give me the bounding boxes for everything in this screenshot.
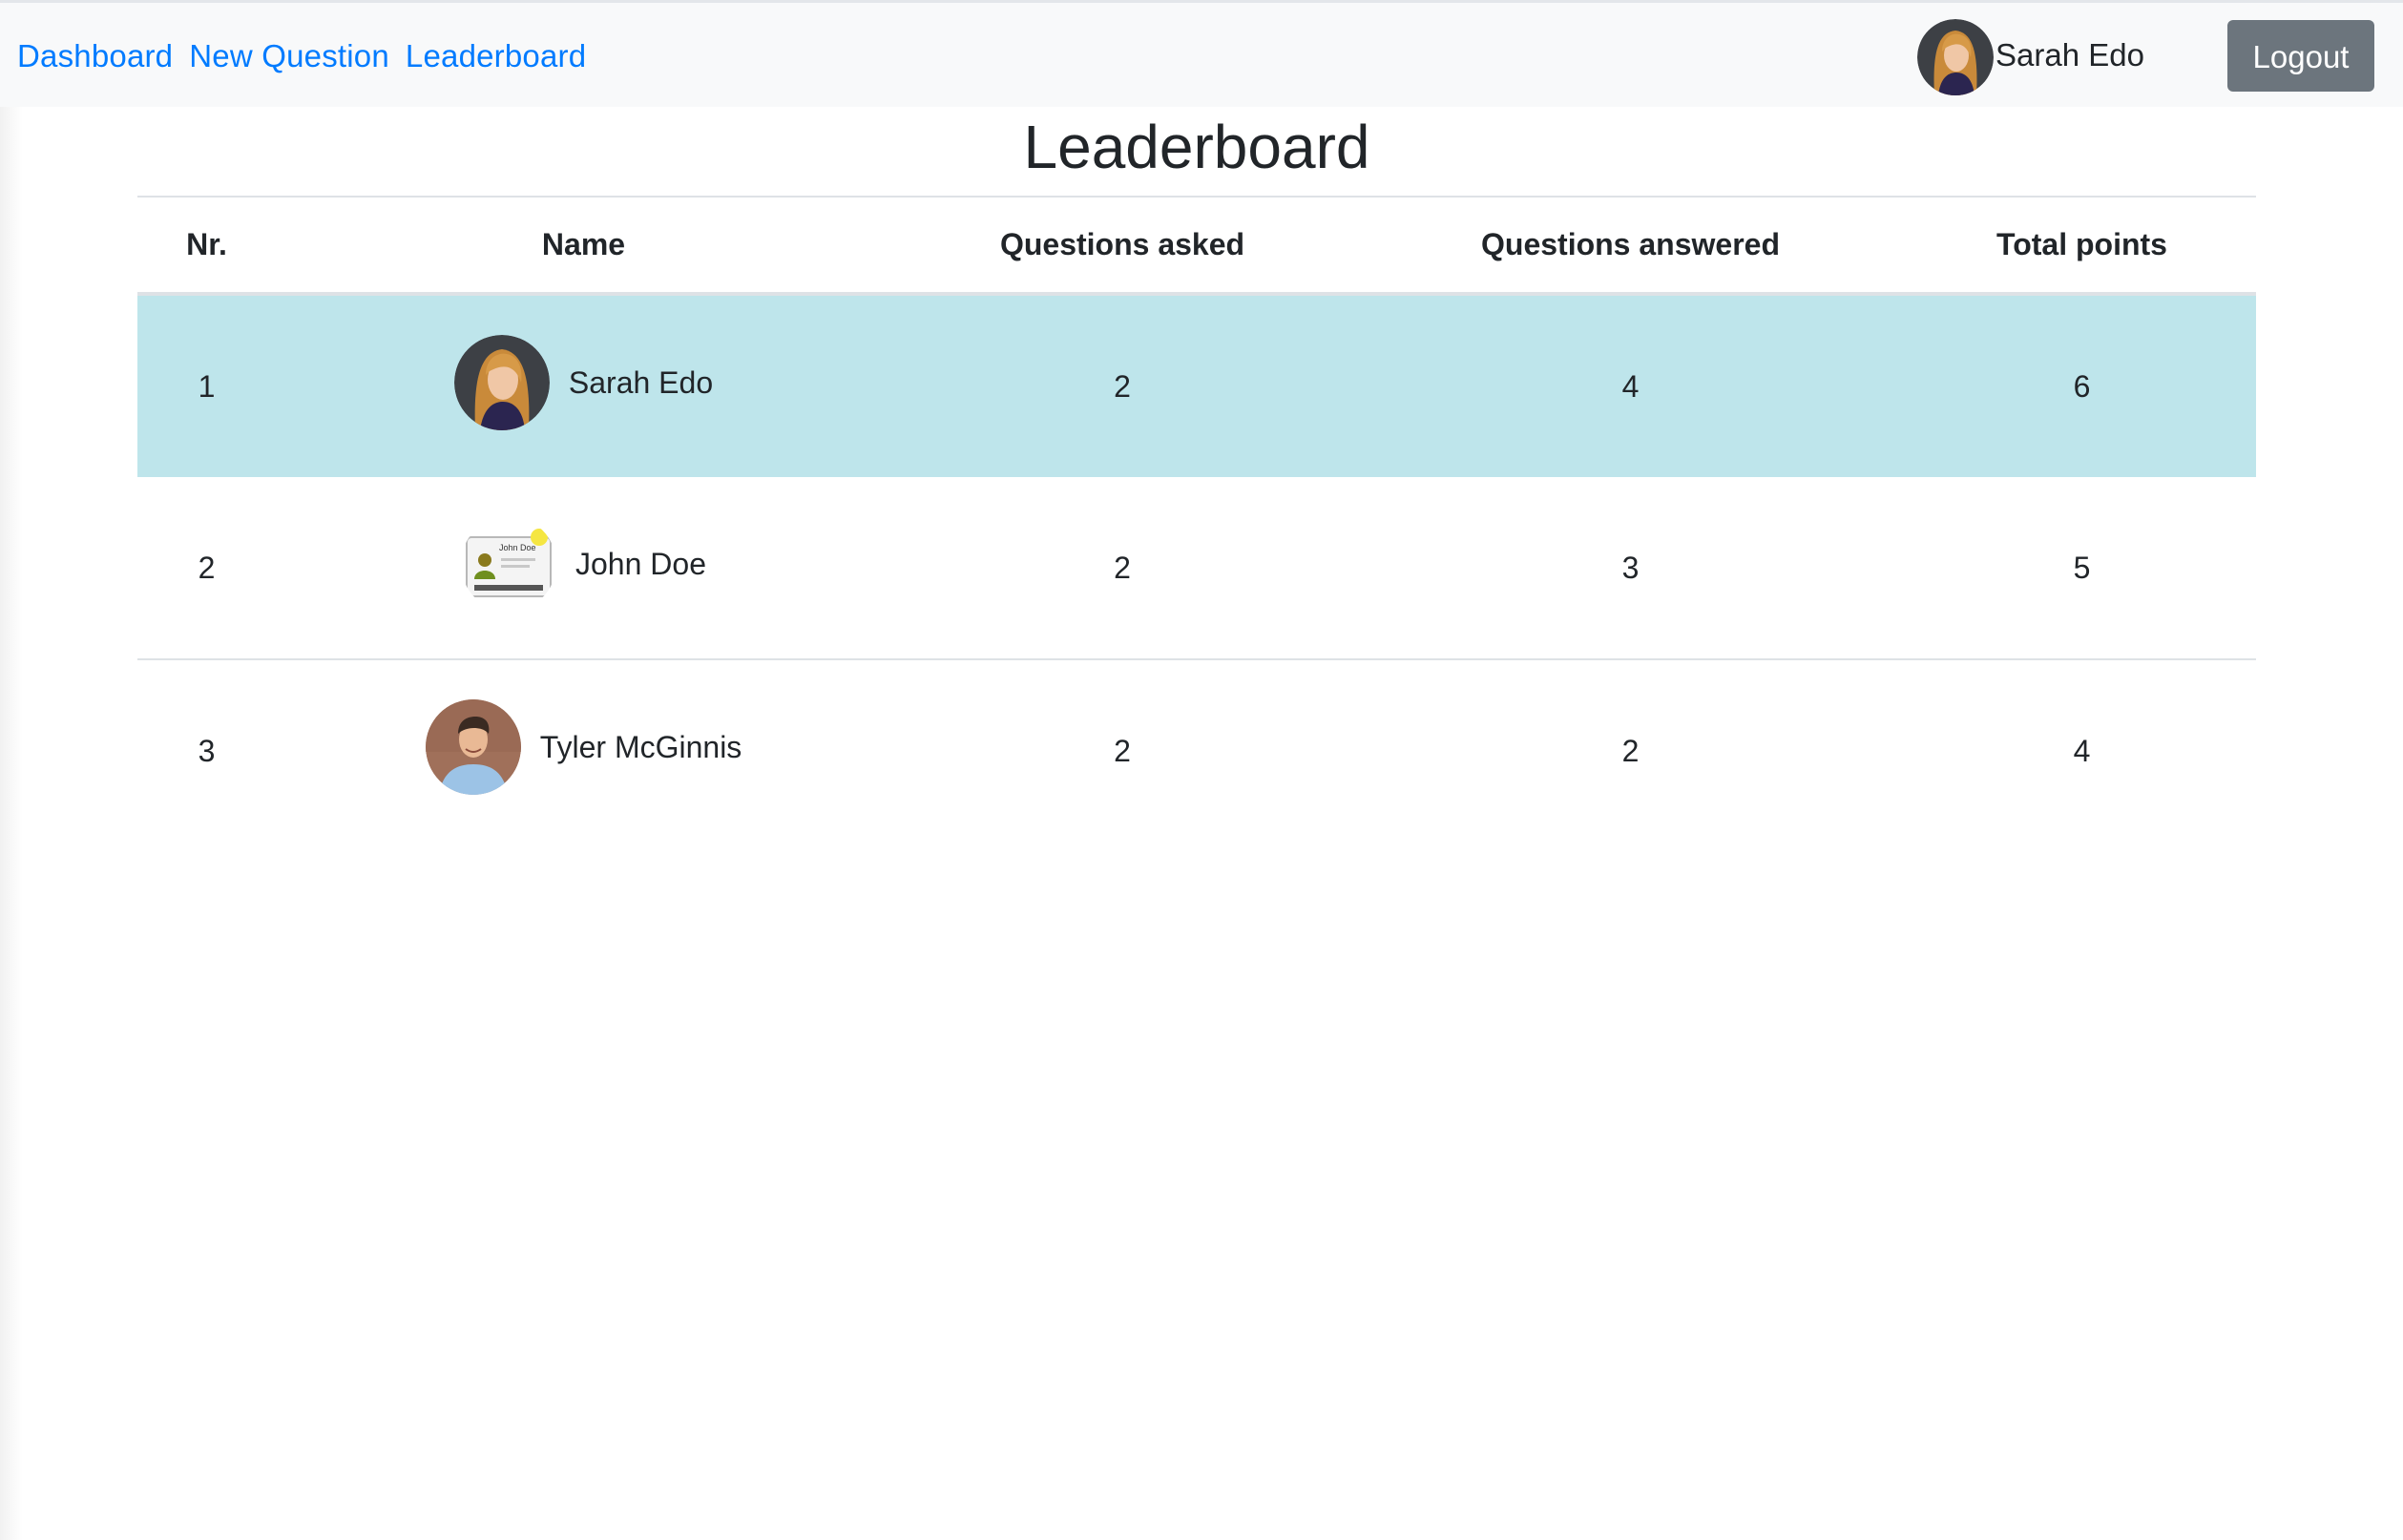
row-name-cell: John Doe John Doe	[276, 477, 891, 659]
table-row: 2 John Doe John Doe 2 3 5	[137, 477, 2256, 659]
nav-link-dashboard[interactable]: Dashboard	[17, 35, 173, 77]
row-total-points: 5	[2073, 550, 2091, 585]
row-total-points: 4	[1908, 658, 2256, 842]
row-name: John Doe	[575, 546, 706, 581]
page-edge-shadow	[0, 0, 23, 1540]
header-questions-asked: Questions asked	[891, 196, 1353, 296]
current-user: Sarah Edo	[1917, 19, 2144, 95]
row-nr: 2	[198, 550, 216, 585]
table-row: 1 Sarah Edo 2 4 6	[137, 294, 2256, 477]
row-name-cell: Sarah Edo	[276, 294, 891, 477]
user-avatar	[1917, 19, 1994, 95]
row-name-cell: Tyler McGinnis	[276, 658, 891, 842]
id-card-avatar: John Doe	[466, 529, 552, 597]
nav-links: Dashboard New Question Leaderboard	[17, 35, 586, 77]
row-questions-answered: 2	[1353, 658, 1908, 842]
table-row: 3 Tyler McGinnis 2 2 4	[137, 658, 2256, 842]
row-name: Sarah Edo	[568, 364, 714, 400]
table-header-row: Nr. Name Questions asked Questions answe…	[137, 196, 2256, 296]
row-questions-asked: 2	[891, 658, 1353, 842]
nav-link-new-question[interactable]: New Question	[189, 35, 389, 77]
row-questions-asked: 2	[891, 294, 1353, 477]
header-name: Name	[276, 196, 891, 296]
header-questions-answered: Questions answered	[1353, 196, 1908, 296]
header-total-points: Total points	[1908, 196, 2256, 296]
row-nr: 3	[137, 658, 276, 842]
row-questions-answered: 3	[1621, 550, 1640, 585]
nav-link-leaderboard[interactable]: Leaderboard	[406, 35, 586, 77]
header-nr: Nr.	[137, 196, 276, 296]
row-nr: 1	[137, 294, 276, 477]
user-name: Sarah Edo	[1996, 37, 2144, 73]
svg-text:John Doe: John Doe	[499, 543, 536, 552]
leaderboard-table: Nr. Name Questions asked Questions answe…	[137, 196, 2256, 842]
row-questions-answered: 4	[1353, 294, 1908, 477]
row-name: Tyler McGinnis	[539, 729, 742, 764]
row-total-points: 6	[1908, 294, 2256, 477]
page-title: Leaderboard	[1023, 113, 1370, 181]
logout-button[interactable]: Logout	[2227, 20, 2374, 92]
row-questions-asked: 2	[1114, 550, 1131, 585]
woman-portrait-avatar	[453, 335, 550, 430]
top-navbar: Dashboard New Question Leaderboard Sarah…	[0, 0, 2403, 107]
man-portrait-avatar	[425, 699, 521, 795]
